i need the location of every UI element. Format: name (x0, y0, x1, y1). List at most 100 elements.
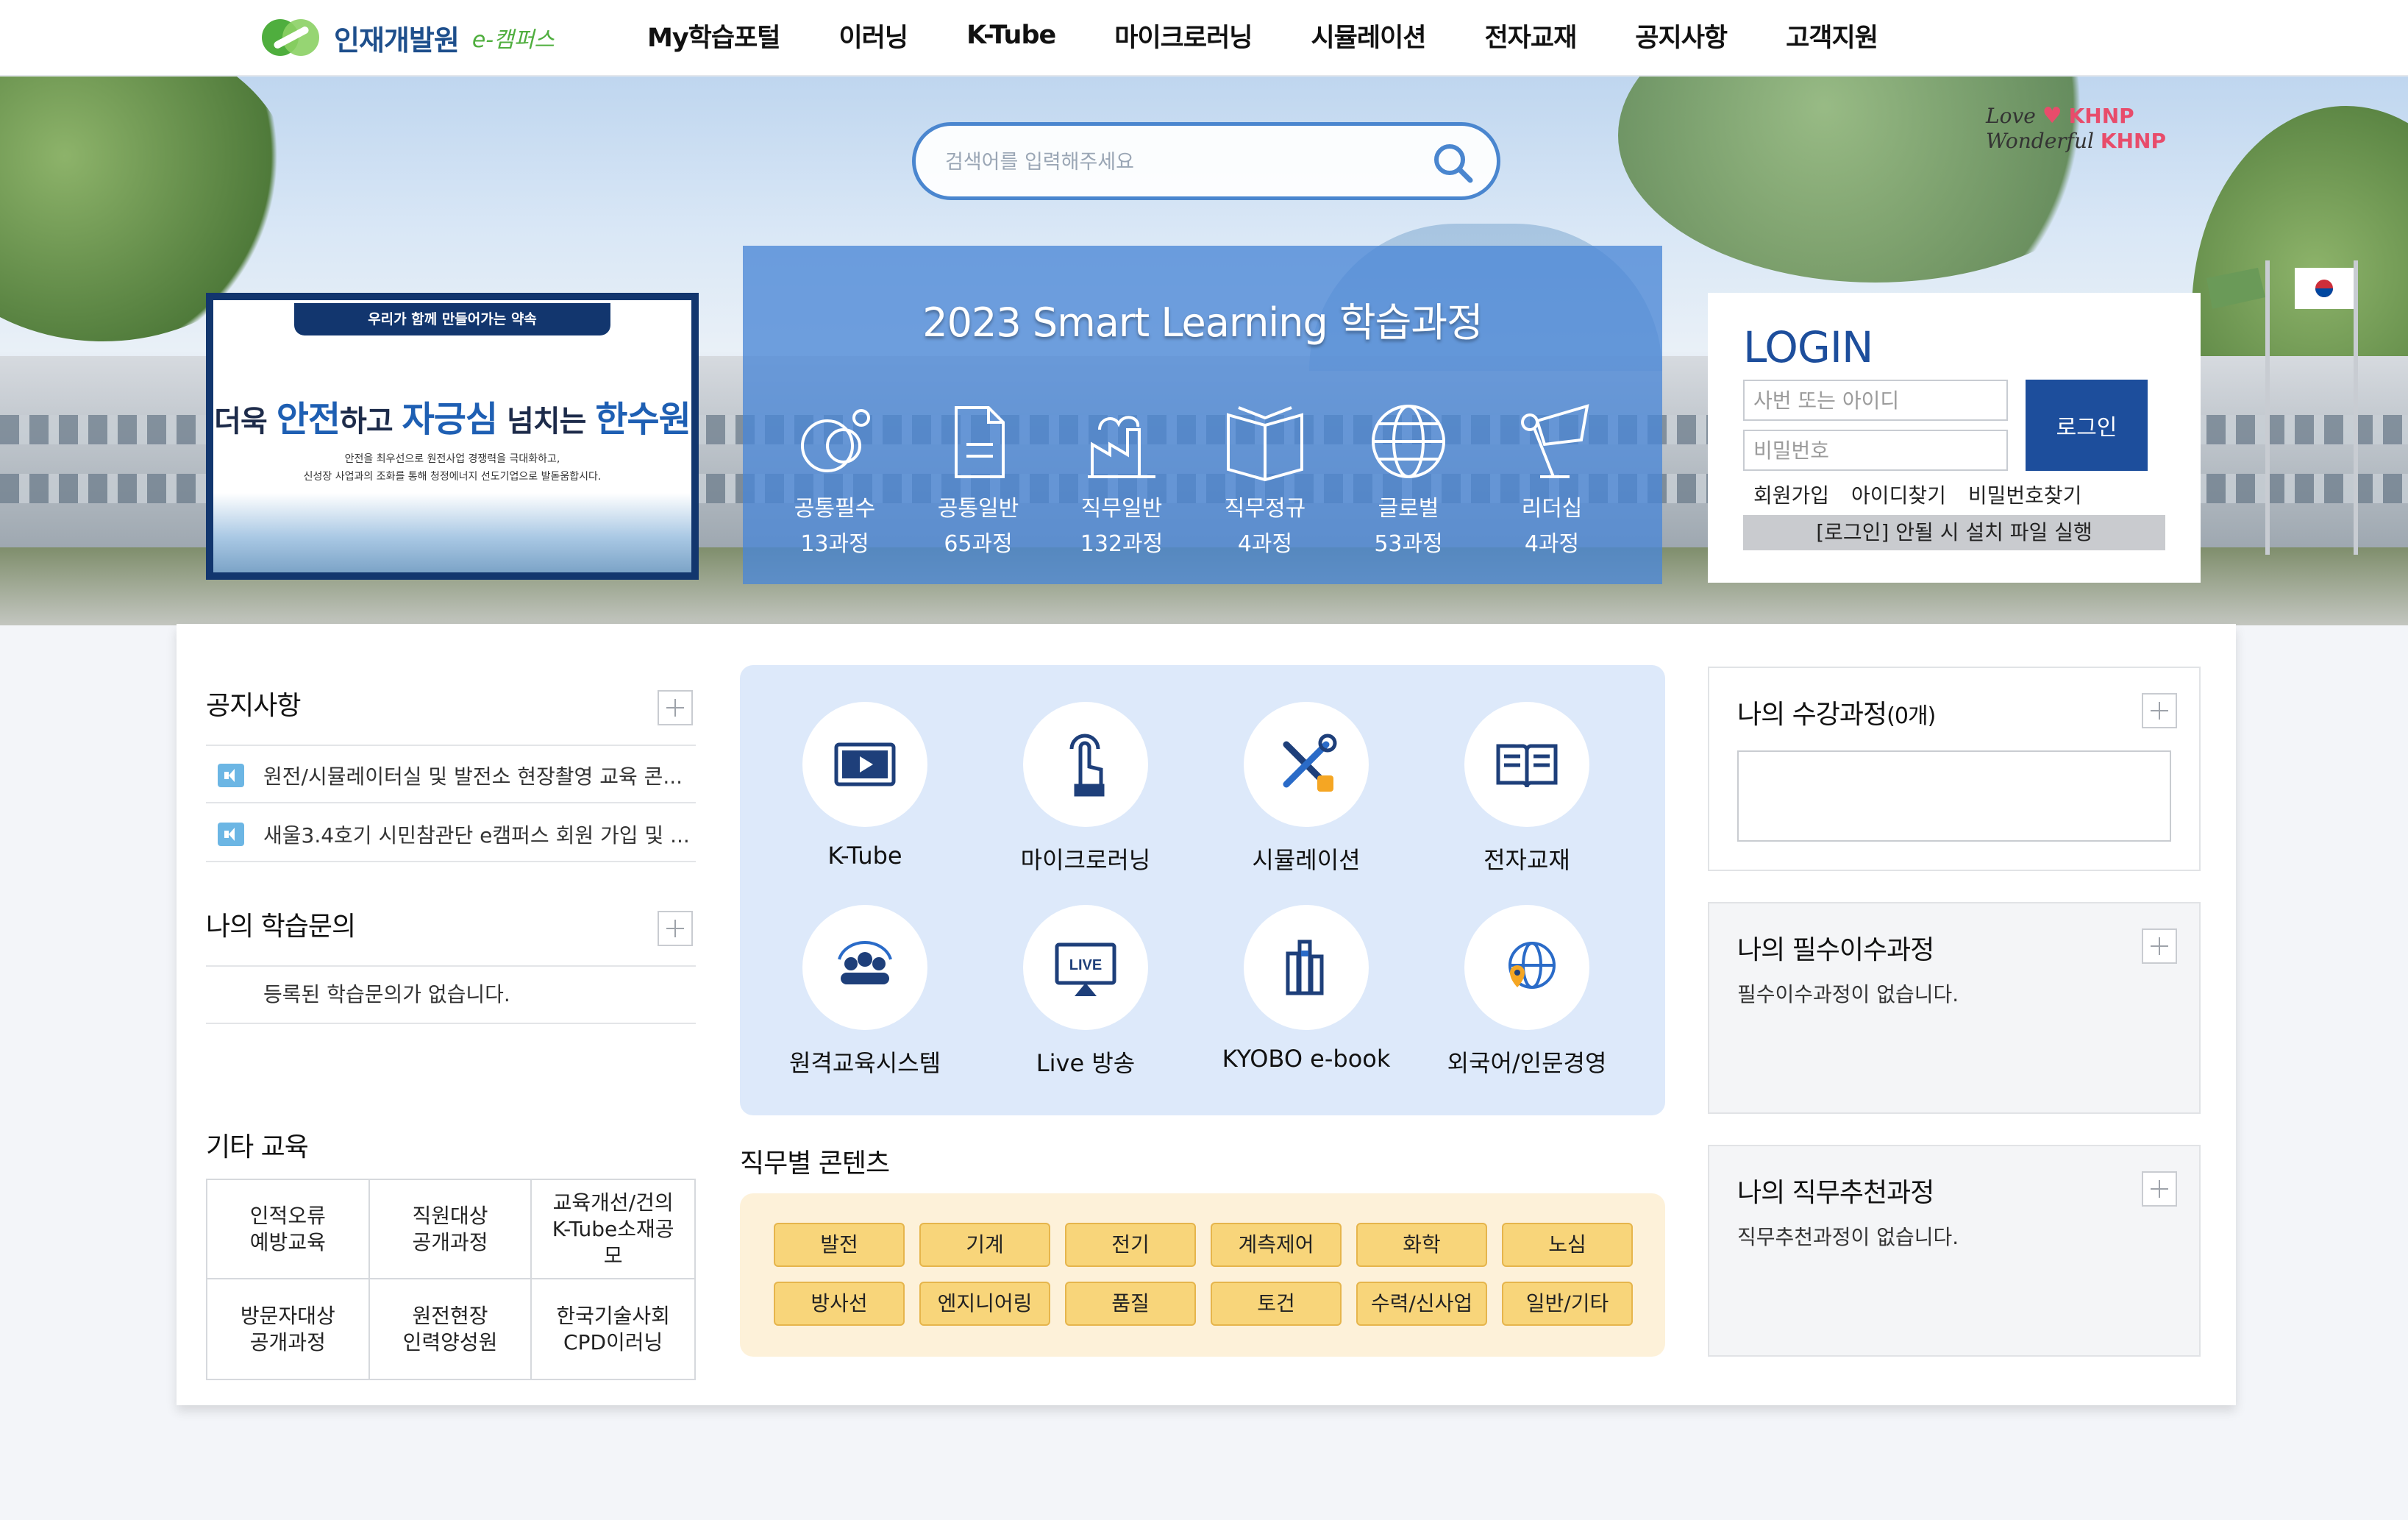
my-courses-box: 나의 수강과정(0개) (1708, 667, 2201, 871)
my-courses-more-icon[interactable] (2142, 693, 2177, 728)
slogan-wonderful: Wonderful (1986, 129, 2094, 153)
live-monitor-icon: LIVE (1055, 942, 1116, 996)
notice-list: 원전/시뮬레이터실 및 발전소 현장촬영 교육 콘... 새울3.4호기 시민참… (206, 746, 696, 864)
etc-section-title: 기타 교육 (206, 1132, 309, 1162)
course-category-common-general[interactable]: 공통일반 65과정 (908, 400, 1048, 558)
my-courses-list (1737, 750, 2171, 842)
document-icon (955, 406, 1005, 478)
required-courses-title: 나의 필수이수과정 (1737, 935, 1934, 965)
etc-staff-open[interactable]: 직원대상 공개과정 (369, 1180, 532, 1279)
job-tag-civil[interactable]: 토건 (1211, 1282, 1342, 1326)
job-tag-chemistry[interactable]: 화학 (1356, 1223, 1487, 1267)
notice-item[interactable]: 새울3.4호기 시민참관단 e캠퍼스 회원 가입 및 ... (206, 805, 696, 862)
quick-ktube[interactable]: K-Tube (769, 702, 961, 870)
search-input[interactable] (945, 142, 1416, 182)
banner-artwork (213, 493, 691, 572)
quick-remote-education[interactable]: 원격교육시스템 (769, 905, 961, 1079)
course-category-job-regular[interactable]: 직무정규 4과정 (1195, 400, 1335, 558)
nav-simulation[interactable]: 시뮬레이션 (1311, 17, 1426, 54)
flag-leadership-icon (1521, 404, 1589, 478)
notice-section-title: 공지사항 (206, 691, 301, 721)
video-player-icon (834, 742, 896, 786)
nav-elearning[interactable]: 이러닝 (838, 17, 908, 54)
svg-text:LIVE: LIVE (1069, 957, 1102, 973)
job-tag-core[interactable]: 노심 (1502, 1223, 1633, 1267)
install-file-button[interactable]: [로그인] 안될 시 설치 파일 실행 (1743, 515, 2165, 550)
job-tag-electrical[interactable]: 전기 (1065, 1223, 1196, 1267)
find-id-link[interactable]: 아이디찾기 (1851, 480, 1946, 509)
course-panel: 2023 Smart Learning 학습과정 공통필수 13과정 공통일반 … (743, 246, 1662, 584)
course-category-job-general[interactable]: 직무일반 132과정 (1052, 400, 1191, 558)
nav-notice[interactable]: 공지사항 (1635, 17, 1728, 54)
notice-more-icon[interactable] (658, 690, 693, 725)
book-icon (1496, 744, 1558, 788)
quick-kyobo-ebook[interactable]: KYOBO e-book (1211, 905, 1402, 1073)
course-category-leadership[interactable]: 리더십 4과정 (1482, 400, 1622, 558)
find-password-link[interactable]: 비밀번호찾기 (1968, 480, 2082, 509)
notice-item[interactable]: 원전/시뮬레이터실 및 발전소 현장촬영 교육 콘... (206, 746, 696, 803)
nav-ktube[interactable]: K-Tube (966, 21, 1056, 50)
my-courses-title: 나의 수강과정(0개) (1737, 700, 1936, 730)
nav-support[interactable]: 고객지원 (1786, 17, 1878, 54)
slogan-brand-1: KHNP (2068, 104, 2134, 128)
login-button[interactable]: 로그인 (2026, 380, 2148, 471)
course-category-common-required[interactable]: 공통필수 13과정 (765, 400, 905, 558)
job-tag-radiation[interactable]: 방사선 (774, 1282, 905, 1326)
login-title: LOGIN (1743, 322, 1873, 372)
nav-microlearning[interactable]: 마이크로러닝 (1114, 17, 1253, 54)
nav-my-portal[interactable]: My학습포털 (647, 17, 780, 54)
nav-ebook[interactable]: 전자교재 (1484, 17, 1577, 54)
user-id-input[interactable] (1743, 380, 2008, 421)
quick-simulation[interactable]: 시뮬레이션 (1211, 702, 1402, 876)
job-tag-hydro-new[interactable]: 수력/신사업 (1356, 1282, 1487, 1326)
quick-live-broadcast[interactable]: LIVE Live 방송 (990, 905, 1181, 1079)
banner-top: 우리가 함께 만들어가는 약속 (294, 303, 610, 335)
recommended-courses-empty: 직무추천과정이 없습니다. (1737, 1225, 1959, 1249)
job-tag-power[interactable]: 발전 (774, 1223, 905, 1267)
required-courses-more-icon[interactable] (2142, 928, 2177, 964)
books-icon (1286, 940, 1324, 995)
course-category-global[interactable]: 글로벌 53과정 (1339, 400, 1478, 558)
job-tag-quality[interactable]: 품질 (1065, 1282, 1196, 1326)
etc-nuclear-site[interactable]: 원전현장 인력양성원 (370, 1279, 532, 1379)
quick-microlearning[interactable]: 마이크로러닝 (990, 702, 1181, 876)
signup-link[interactable]: 회원가입 (1753, 480, 1829, 509)
venn-icon (801, 409, 870, 472)
password-input[interactable] (1743, 430, 2008, 471)
etc-ktube-suggestion[interactable]: 교육개선/건의 K-Tube소재공 모 (532, 1180, 694, 1279)
slogan: Love ♥ KHNP Wonderful KHNP (1986, 103, 2177, 155)
promo-banner[interactable]: 우리가 함께 만들어가는 약속 더욱 안전하고 자긍심 넘치는 한수원 안전을 … (206, 293, 699, 580)
banner-sub: 안전을 최우선으로 원전사업 경쟁력을 극대화하고, 신성장 사업과의 조화를 … (303, 453, 602, 483)
quick-language-humanities[interactable]: 외국어/인문경영 (1431, 905, 1622, 1079)
inquiry-more-icon[interactable] (658, 911, 693, 946)
etc-cpd-elearning[interactable]: 한국기술사회 CPD이러닝 (532, 1279, 694, 1379)
job-tag-instrumentation[interactable]: 계측제어 (1211, 1223, 1342, 1267)
inquiry-empty: 등록된 학습문의가 없습니다. (263, 982, 510, 1006)
heart-icon: ♥ (2042, 103, 2062, 129)
job-tag-mechanical[interactable]: 기계 (919, 1223, 1050, 1267)
recommended-courses-more-icon[interactable] (2142, 1171, 2177, 1207)
etc-visitor-open[interactable]: 방문자대상 공개과정 (207, 1279, 370, 1379)
job-section-title: 직무별 콘텐츠 (740, 1148, 890, 1179)
recommended-courses-box: 나의 직무추천과정 직무추천과정이 없습니다. (1708, 1145, 2201, 1357)
speaker-icon (218, 764, 244, 787)
site-logo[interactable]: 인재개발원 e-캠퍼스 (262, 15, 555, 60)
quick-link-panel: K-Tube 마이크로러닝 시뮬레이션 전자교재 원격교육시스템 LIVE Li… (740, 665, 1665, 1115)
job-tag-engineering[interactable]: 엔지니어링 (919, 1282, 1050, 1326)
login-links: 회원가입 아이디찾기 비밀번호찾기 (1753, 480, 2104, 509)
banner-main: 더욱 안전하고 자긍심 넘치는 한수원 (214, 399, 691, 440)
search-box (912, 122, 1500, 200)
factory-icon (1088, 416, 1155, 478)
required-courses-box: 나의 필수이수과정 필수이수과정이 없습니다. (1708, 902, 2201, 1114)
job-tag-general[interactable]: 일반/기타 (1502, 1282, 1633, 1326)
logo-sub: e-캠퍼스 (471, 27, 555, 53)
open-book-icon (1227, 406, 1303, 482)
quick-ebook[interactable]: 전자교재 (1431, 702, 1622, 876)
etc-human-error[interactable]: 인적오류 예방교육 (207, 1180, 370, 1279)
tools-icon (1283, 734, 1337, 792)
speaker-icon (218, 823, 244, 846)
main-nav: My학습포털 이러닝 K-Tube 마이크로러닝 시뮬레이션 전자교재 공지사항… (647, 0, 1937, 71)
flag-icon (2206, 268, 2265, 309)
globe-icon (1372, 405, 1445, 478)
search-icon[interactable] (1429, 139, 1476, 186)
